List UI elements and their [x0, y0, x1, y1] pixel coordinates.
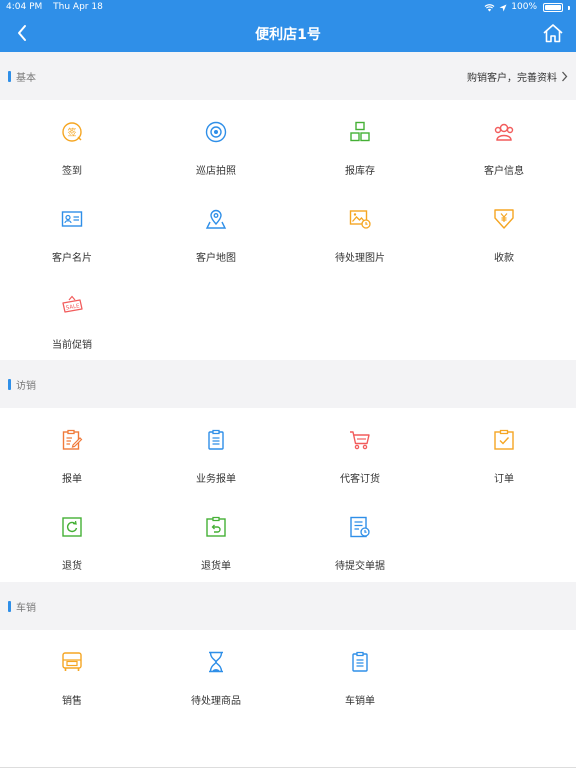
grid-item-label: 待提交单据 — [335, 561, 385, 572]
business-report-icon — [204, 428, 228, 452]
section-title-visit: 访销 — [16, 380, 36, 392]
section-title-car: 车销 — [16, 602, 36, 614]
svg-text:签: 签 — [67, 127, 76, 139]
cart-icon — [348, 428, 372, 452]
grid-item-label: 待处理商品 — [191, 696, 241, 707]
grid-item-label: 客户地图 — [196, 253, 236, 264]
section-marker — [8, 70, 11, 82]
grid-item-pending-documents[interactable]: 待提交单据 — [288, 495, 432, 582]
pending-document-icon — [348, 515, 372, 539]
basic-function-grid: 签 签到 巡店拍照 报库存 客户信息 客户名片 客户地图 待处理图片 收款 SA… — [0, 100, 576, 360]
grid-item-label: 当前促销 — [52, 340, 92, 351]
return-slip-icon — [204, 515, 228, 539]
chevron-left-icon — [18, 25, 26, 41]
hourglass-icon — [204, 650, 228, 674]
battery-percent: 100% — [511, 2, 537, 12]
grid-item-label: 销售 — [62, 696, 82, 707]
grid-item-label: 代客订货 — [340, 474, 380, 485]
battery-icon — [543, 3, 563, 12]
home-icon — [543, 24, 563, 43]
svg-text:SALE: SALE — [65, 303, 80, 311]
customer-info-icon — [492, 120, 516, 144]
grid-item-report-inventory[interactable]: 报库存 — [288, 100, 432, 187]
grid-item-label: 车销单 — [345, 696, 375, 707]
grid-item-label: 收款 — [494, 253, 514, 264]
car-sales-list-icon — [348, 650, 372, 674]
page-title: 便利店1号 — [255, 26, 321, 43]
home-button[interactable] — [540, 20, 566, 46]
pending-image-icon — [348, 207, 372, 231]
nav-bar: 便利店1号 — [0, 15, 576, 52]
battery-tip — [568, 5, 570, 10]
truck-icon — [60, 650, 84, 674]
sale-icon: SALE — [60, 294, 84, 318]
grid-item-business-card[interactable]: 客户名片 — [0, 187, 144, 274]
section-marker — [8, 600, 11, 612]
wifi-icon — [484, 4, 495, 12]
order-icon — [492, 428, 516, 452]
sign-in-icon: 签 — [60, 120, 84, 144]
location-arrow-icon — [499, 4, 507, 11]
app-header: 4:04 PM Thu Apr 18 100% 便利店1号 — [0, 0, 576, 52]
grid-item-label: 报库存 — [345, 166, 375, 177]
section-header-car: 车销 — [0, 582, 576, 630]
grid-item-label: 订单 — [494, 474, 514, 485]
business-card-icon — [60, 207, 84, 231]
grid-item-store-photo[interactable]: 巡店拍照 — [144, 100, 288, 187]
grid-item-label: 巡店拍照 — [196, 166, 236, 177]
section-header-visit: 访销 — [0, 360, 576, 408]
return-icon — [60, 515, 84, 539]
status-time: 4:04 PM — [6, 2, 43, 12]
camera-icon — [204, 120, 228, 144]
status-bar: 4:04 PM Thu Apr 18 100% — [0, 0, 576, 15]
grid-item-orders[interactable]: 订单 — [432, 408, 576, 495]
grid-item-current-promotion[interactable]: SALE 当前促销 — [0, 274, 144, 361]
grid-item-return-goods[interactable]: 退货 — [0, 495, 144, 582]
grid-item-label: 待处理图片 — [335, 253, 385, 264]
complete-customer-profile-link[interactable]: 购销客户，完善资料 — [467, 69, 568, 84]
visit-function-grid: 报单 业务报单 代客订货 订单 退货 退货单 待提交单据 — [0, 408, 576, 582]
chevron-right-icon — [562, 71, 568, 81]
grid-item-order-for-customer[interactable]: 代客订货 — [288, 408, 432, 495]
grid-item-collect-payment[interactable]: 收款 — [432, 187, 576, 274]
grid-item-car-sales-list[interactable]: 车销单 — [288, 630, 432, 717]
section-title-basic: 基本 — [16, 72, 36, 84]
grid-item-label: 业务报单 — [196, 474, 236, 485]
back-button[interactable] — [10, 21, 34, 45]
grid-item-customer-map[interactable]: 客户地图 — [144, 187, 288, 274]
grid-item-label: 客户名片 — [52, 253, 92, 264]
grid-item-report-order[interactable]: 报单 — [0, 408, 144, 495]
grid-item-business-report[interactable]: 业务报单 — [144, 408, 288, 495]
grid-item-label: 报单 — [62, 474, 82, 485]
grid-item-label: 签到 — [62, 166, 82, 177]
grid-item-label: 客户信息 — [484, 166, 524, 177]
report-order-icon — [60, 428, 84, 452]
section-header-basic: 基本 购销客户，完善资料 — [0, 52, 576, 100]
car-sales-function-grid: 销售 待处理商品 车销单 — [0, 630, 576, 766]
grid-item-return-slip[interactable]: 退货单 — [144, 495, 288, 582]
grid-item-customer-info[interactable]: 客户信息 — [432, 100, 576, 187]
inventory-icon — [348, 120, 372, 144]
status-date: Thu Apr 18 — [53, 2, 103, 12]
grid-item-label: 退货单 — [201, 561, 231, 572]
grid-item-pending-goods[interactable]: 待处理商品 — [144, 630, 288, 717]
grid-item-sales[interactable]: 销售 — [0, 630, 144, 717]
section-marker — [8, 378, 11, 390]
grid-item-pending-images[interactable]: 待处理图片 — [288, 187, 432, 274]
grid-item-label: 退货 — [62, 561, 82, 572]
payment-icon — [492, 207, 516, 231]
grid-item-sign-in[interactable]: 签 签到 — [0, 100, 144, 187]
map-icon — [204, 207, 228, 231]
section-link-label: 购销客户，完善资料 — [467, 72, 557, 84]
